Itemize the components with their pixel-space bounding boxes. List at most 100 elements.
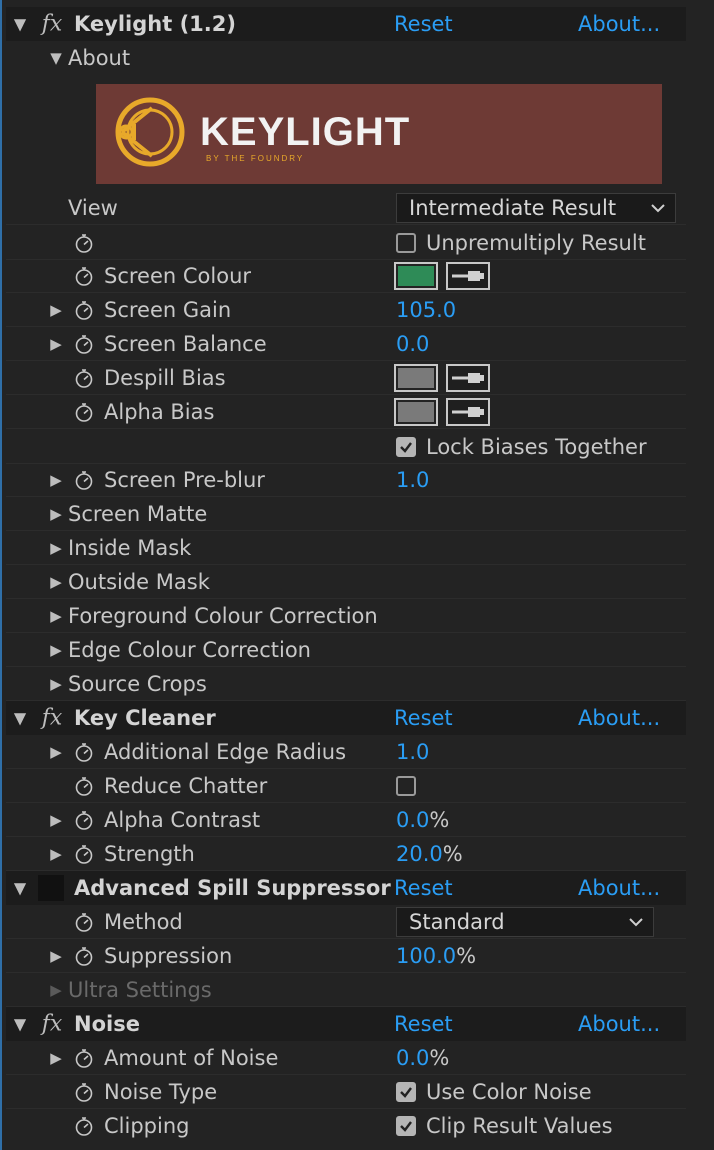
expand-triangle-icon[interactable]: ▶ [46, 981, 66, 999]
expand-triangle-icon[interactable]: ▶ [46, 505, 66, 523]
suppression-value[interactable]: 100.0% [396, 944, 476, 968]
stopwatch-icon[interactable] [74, 1082, 94, 1102]
expand-triangle-icon[interactable]: ▶ [46, 845, 66, 863]
about-group-label: About [68, 46, 131, 70]
strength-number[interactable]: 20.0 [396, 842, 443, 866]
fx-icon[interactable]: fx [38, 706, 66, 731]
stopwatch-icon[interactable] [74, 742, 94, 762]
expand-triangle-icon[interactable]: ▶ [46, 573, 66, 591]
collapse-triangle-icon[interactable]: ▼ [10, 1015, 30, 1034]
view-dropdown-value: Intermediate Result [409, 196, 617, 220]
stopwatch-icon[interactable] [74, 300, 94, 320]
reset-button[interactable]: Reset [394, 12, 453, 36]
reduce-chatter-checkbox[interactable] [396, 776, 416, 796]
stopwatch-icon[interactable] [74, 402, 94, 422]
about-button[interactable]: About... [578, 12, 660, 36]
group-source-crops[interactable]: ▶ Source Crops [6, 667, 686, 701]
reset-button[interactable]: Reset [394, 1012, 453, 1036]
group-edge-colour-correction[interactable]: ▶ Edge Colour Correction [6, 633, 686, 667]
amount-of-noise-value[interactable]: 0.0% [396, 1046, 449, 1070]
view-dropdown[interactable]: Intermediate Result [396, 193, 676, 223]
collapse-triangle-icon[interactable]: ▼ [10, 709, 30, 728]
alpha-bias-eyedropper[interactable] [446, 398, 490, 426]
group-ultra-settings[interactable]: ▶ Ultra Settings [6, 973, 686, 1007]
group-foreground-colour-correction[interactable]: ▶ Foreground Colour Correction [6, 599, 686, 633]
about-button[interactable]: About... [578, 706, 660, 730]
clip-result-values-checkbox[interactable] [396, 1116, 416, 1136]
expand-triangle-icon[interactable]: ▶ [46, 301, 66, 319]
stopwatch-icon[interactable] [74, 368, 94, 388]
unpremultiply-checkbox[interactable] [396, 233, 416, 253]
reset-button[interactable]: Reset [394, 876, 453, 900]
collapse-triangle-icon[interactable]: ▼ [10, 15, 30, 34]
logo-subtitle: BY THE FOUNDRY [206, 154, 305, 163]
effect-header-key-cleaner[interactable]: ▼ fx Key Cleaner Reset About... [6, 701, 686, 735]
collapse-triangle-icon[interactable]: ▼ [10, 879, 30, 898]
expand-triangle-icon[interactable]: ▶ [46, 607, 66, 625]
screen-gain-row: ▶ Screen Gain 105.0 [6, 293, 686, 327]
expand-triangle-icon[interactable]: ▶ [46, 641, 66, 659]
group-inside-mask[interactable]: ▶ Inside Mask [6, 531, 686, 565]
effect-header-keylight[interactable]: ▼ fx Keylight (1.2) Reset About... [6, 7, 686, 41]
lock-biases-checkbox[interactable] [396, 437, 416, 457]
fx-icon[interactable]: fx [38, 1012, 66, 1037]
screen-balance-value[interactable]: 0.0 [396, 332, 429, 356]
screen-colour-eyedropper[interactable] [446, 262, 490, 290]
expand-triangle-icon[interactable]: ▶ [46, 811, 66, 829]
about-group[interactable]: ▼ About [6, 41, 686, 75]
group-outside-mask[interactable]: ▶ Outside Mask [6, 565, 686, 599]
fx-icon[interactable]: fx [38, 12, 66, 37]
method-dropdown[interactable]: Standard [396, 907, 654, 937]
despill-bias-eyedropper[interactable] [446, 364, 490, 392]
expand-triangle-icon[interactable]: ▶ [46, 539, 66, 557]
stopwatch-icon[interactable] [74, 1048, 94, 1068]
stopwatch-icon[interactable] [74, 470, 94, 490]
fx-disabled-icon[interactable] [38, 875, 64, 901]
keylight-logo: KEYLIGHT BY THE FOUNDRY [96, 84, 662, 184]
percent-unit: % [456, 944, 477, 968]
stopwatch-icon[interactable] [74, 946, 94, 966]
screen-preblur-row: ▶ Screen Pre-blur 1.0 [6, 463, 686, 497]
screen-preblur-value[interactable]: 1.0 [396, 468, 429, 492]
alpha-bias-swatch[interactable] [394, 398, 438, 426]
eyedropper-icon [452, 407, 484, 417]
effect-header-noise[interactable]: ▼ fx Noise Reset About... [6, 1007, 686, 1041]
effect-header-spill-suppressor[interactable]: ▼ Advanced Spill Suppressor Reset About.… [6, 871, 686, 905]
edge-radius-value[interactable]: 1.0 [396, 740, 429, 764]
method-dropdown-value: Standard [409, 910, 505, 934]
about-button[interactable]: About... [578, 1012, 660, 1036]
suppression-number[interactable]: 100.0 [396, 944, 456, 968]
checkmark-icon [400, 1121, 412, 1132]
expand-triangle-icon[interactable]: ▶ [46, 335, 66, 353]
reset-button[interactable]: Reset [394, 706, 453, 730]
stopwatch-icon[interactable] [74, 1116, 94, 1136]
screen-colour-swatch[interactable] [394, 262, 438, 290]
stopwatch-icon[interactable] [74, 266, 94, 286]
amount-of-noise-number[interactable]: 0.0 [396, 1046, 429, 1070]
alpha-bias-row: Alpha Bias [6, 395, 686, 429]
despill-bias-row: Despill Bias [6, 361, 686, 395]
despill-bias-swatch[interactable] [394, 364, 438, 392]
alpha-contrast-number[interactable]: 0.0 [396, 808, 429, 832]
expand-triangle-icon[interactable]: ▶ [46, 1049, 66, 1067]
stopwatch-icon[interactable] [74, 810, 94, 830]
stopwatch-icon[interactable] [74, 776, 94, 796]
collapse-triangle-icon[interactable]: ▼ [46, 49, 66, 67]
chevron-down-icon [651, 204, 665, 213]
expand-triangle-icon[interactable]: ▶ [46, 471, 66, 489]
group-label: Outside Mask [68, 570, 210, 594]
expand-triangle-icon[interactable]: ▶ [46, 947, 66, 965]
group-screen-matte[interactable]: ▶ Screen Matte [6, 497, 686, 531]
percent-unit: % [442, 842, 463, 866]
alpha-contrast-value[interactable]: 0.0% [396, 808, 449, 832]
screen-gain-value[interactable]: 105.0 [396, 298, 456, 322]
about-button[interactable]: About... [578, 876, 660, 900]
stopwatch-icon[interactable] [74, 844, 94, 864]
strength-value[interactable]: 20.0% [396, 842, 463, 866]
expand-triangle-icon[interactable]: ▶ [46, 675, 66, 693]
stopwatch-icon[interactable] [74, 334, 94, 354]
expand-triangle-icon[interactable]: ▶ [46, 743, 66, 761]
stopwatch-icon[interactable] [74, 912, 94, 932]
stopwatch-icon[interactable] [74, 233, 94, 253]
use-color-noise-checkbox[interactable] [396, 1082, 416, 1102]
